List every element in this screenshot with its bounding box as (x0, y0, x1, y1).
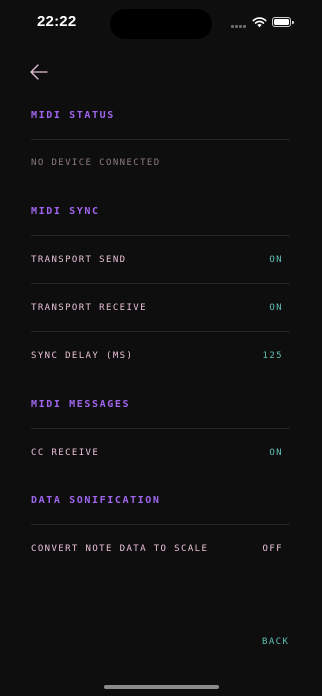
cc-receive-label: CC RECEIVE (31, 448, 100, 458)
convert-note-data-toggle[interactable]: OFF (263, 544, 283, 554)
section-header-data-sonification: DATA SONIFICATION (31, 495, 161, 506)
back-button[interactable]: BACK (262, 637, 289, 647)
sync-delay-value[interactable]: 125 (263, 351, 283, 361)
divider (31, 331, 290, 332)
section-header-midi-sync: MIDI SYNC (31, 206, 100, 217)
transport-send-toggle[interactable]: ON (269, 255, 283, 265)
divider (31, 139, 290, 140)
battery-icon (272, 17, 294, 27)
transport-send-label: TRANSPORT SEND (31, 255, 127, 265)
status-time: 22:22 (37, 13, 77, 30)
cc-receive-toggle[interactable]: ON (269, 448, 283, 458)
section-header-midi-messages: MIDI MESSAGES (31, 399, 131, 410)
section-header-midi-status: MIDI STATUS (31, 110, 115, 121)
wifi-icon (252, 17, 267, 28)
transport-receive-toggle[interactable]: ON (269, 303, 283, 313)
dynamic-island (110, 9, 212, 39)
status-bar: 22:22 (0, 0, 322, 48)
divider (31, 235, 290, 236)
divider (31, 428, 290, 429)
arrow-left-icon[interactable] (28, 61, 50, 83)
divider (31, 283, 290, 284)
midi-device-status: NO DEVICE CONNECTED (31, 158, 161, 168)
sync-delay-label: SYNC DELAY (MS) (31, 351, 134, 361)
home-indicator (104, 685, 219, 689)
cellular-signal-icon (231, 25, 247, 28)
convert-note-data-label: CONVERT NOTE DATA TO SCALE (31, 544, 209, 554)
divider (31, 524, 290, 525)
transport-receive-label: TRANSPORT RECEIVE (31, 303, 147, 313)
